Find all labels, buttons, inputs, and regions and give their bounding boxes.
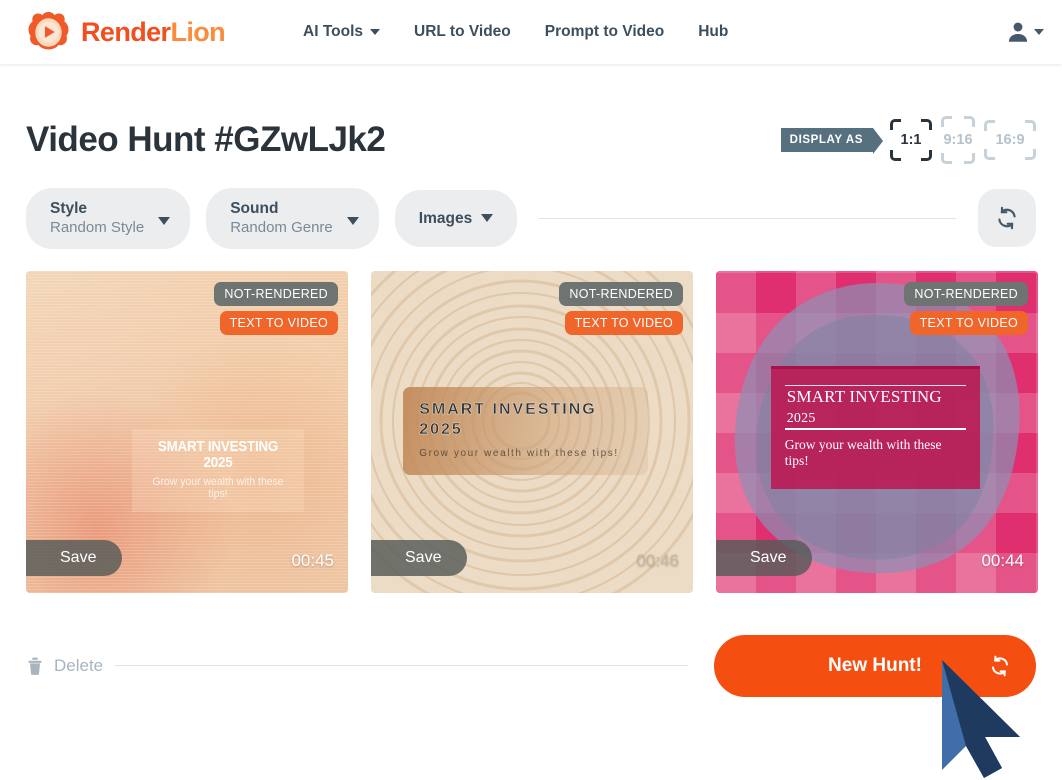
chevron-down-icon	[346, 217, 359, 226]
trash-icon	[28, 657, 42, 675]
user-avatar-icon	[1008, 22, 1028, 42]
nav-item-hub[interactable]: Hub	[698, 23, 728, 41]
new-hunt-button[interactable]: New Hunt!	[714, 634, 1036, 697]
nav-label-url-to-video: URL to Video	[414, 23, 511, 40]
bracket-corner-icon	[964, 153, 975, 164]
save-button[interactable]: Save	[716, 539, 813, 576]
status-badge: NOT-RENDERED	[214, 281, 338, 306]
images-dropdown-label: Images	[418, 209, 473, 227]
type-badge: TEXT TO VIDEO	[219, 310, 338, 335]
nav-label-ai-tools: AI Tools	[303, 23, 364, 40]
account-menu-button[interactable]	[1005, 19, 1044, 45]
duration-label: 00:45	[291, 550, 334, 570]
bracket-corner-icon	[984, 149, 995, 160]
bracket-corner-icon	[921, 119, 932, 130]
main-navigation: AI Tools URL to Video Prompt to Video Hu…	[303, 23, 728, 41]
bracket-corner-icon	[941, 153, 952, 164]
title-row: Video Hunt #GZwLJk2 DISPLAY AS 1:1 9:16	[26, 64, 1036, 164]
sound-dropdown[interactable]: Sound Random Genre	[206, 188, 379, 249]
bracket-corner-icon	[1025, 149, 1036, 160]
chevron-down-icon	[481, 214, 494, 223]
card-badges: NOT-RENDERED TEXT TO VIDEO	[559, 281, 683, 335]
site-header: RenderLion AI Tools URL to Video Prompt …	[0, 0, 1062, 64]
style-dropdown[interactable]: Style Random Style	[26, 188, 191, 249]
card-text-overlay: SMART INVESTING 2025 Grow your wealth wi…	[403, 386, 649, 475]
video-card[interactable]: SMART INVESTING 2025 Grow your wealth wi…	[371, 270, 693, 593]
style-dropdown-label: Style	[50, 200, 88, 217]
duration-label: 00:46	[636, 550, 679, 570]
bracket-corner-icon	[941, 116, 952, 127]
regenerate-button[interactable]	[978, 189, 1036, 248]
ratio-button-16-9[interactable]: 16:9	[984, 120, 1036, 160]
save-button[interactable]: Save	[26, 539, 123, 576]
video-card[interactable]: SMART INVESTING 2025 Grow your wealth wi…	[26, 270, 348, 593]
delete-button[interactable]: Delete	[26, 656, 103, 676]
footer-actions: Delete New Hunt!	[26, 634, 1036, 697]
logo-text: RenderLion	[81, 16, 226, 48]
filter-row: Style Random Style Sound Random Genre Im…	[26, 188, 1036, 249]
video-card-grid: SMART INVESTING 2025 Grow your wealth wi…	[26, 270, 1038, 593]
duration-label: 00:44	[981, 550, 1024, 570]
card-badges: NOT-RENDERED TEXT TO VIDEO	[904, 281, 1028, 335]
chevron-down-icon	[370, 29, 381, 35]
overlay-title: SMART INVESTING 2025	[419, 400, 597, 438]
ratio-label-1-1: 1:1	[900, 132, 922, 148]
type-badge: TEXT TO VIDEO	[564, 310, 683, 335]
logo-text-lion: Lion	[170, 16, 226, 47]
new-hunt-refresh-icon-wrap	[988, 654, 1012, 678]
images-dropdown[interactable]: Images	[394, 189, 518, 248]
bracket-corner-icon	[1025, 120, 1036, 131]
type-badge: TEXT TO VIDEO	[909, 310, 1028, 335]
overlay-title: SMART INVESTING 2025	[784, 384, 966, 430]
overlay-title: SMART INVESTING 2025	[158, 438, 279, 471]
display-as-label: DISPLAY AS	[780, 128, 884, 154]
page-content: Video Hunt #GZwLJk2 DISPLAY AS 1:1 9:16	[0, 64, 1062, 697]
card-text-overlay: SMART INVESTING 2025 Grow your wealth wi…	[770, 365, 980, 489]
delete-label: Delete	[54, 655, 104, 675]
bracket-corner-icon	[921, 150, 932, 161]
bracket-corner-icon	[890, 150, 901, 161]
ratio-label-9-16: 9:16	[943, 132, 973, 148]
lion-play-logo-icon	[28, 11, 69, 50]
video-card[interactable]: SMART INVESTING 2025 Grow your wealth wi…	[716, 270, 1038, 593]
refresh-icon	[992, 655, 1008, 677]
sound-dropdown-label: Sound	[230, 200, 279, 217]
refresh-icon	[998, 207, 1016, 230]
ratio-button-9-16[interactable]: 9:16	[941, 116, 975, 164]
ratio-button-1-1[interactable]: 1:1	[890, 119, 932, 161]
chevron-down-icon	[158, 217, 171, 226]
card-text-overlay: SMART INVESTING 2025 Grow your wealth wi…	[132, 428, 305, 512]
style-dropdown-value: Random Style	[50, 219, 145, 237]
ratio-label-16-9: 16:9	[995, 132, 1025, 148]
filter-divider	[539, 217, 956, 219]
overlay-title-year: 2025	[786, 410, 816, 426]
chevron-down-icon	[1034, 29, 1044, 35]
save-button[interactable]: Save	[371, 539, 468, 576]
bracket-corner-icon	[964, 116, 975, 127]
new-hunt-label: New Hunt!	[828, 654, 922, 676]
overlay-title-main: SMART INVESTING	[786, 386, 942, 406]
logo-text-render: Render	[81, 16, 171, 47]
nav-label-hub: Hub	[698, 23, 729, 40]
status-badge: NOT-RENDERED	[559, 281, 683, 306]
bracket-corner-icon	[984, 120, 995, 131]
nav-item-url-to-video[interactable]: URL to Video	[414, 23, 511, 41]
nav-item-ai-tools[interactable]: AI Tools	[303, 23, 381, 41]
logo[interactable]: RenderLion	[25, 9, 226, 56]
bracket-corner-icon	[890, 119, 901, 130]
sound-dropdown-value: Random Genre	[230, 219, 333, 237]
page-title: Video Hunt #GZwLJk2	[26, 120, 386, 159]
overlay-subtitle: Grow your wealth with these tips!	[784, 436, 942, 468]
footer-divider	[115, 665, 688, 667]
display-as-group: DISPLAY AS 1:1 9:16 16:9	[780, 116, 1036, 164]
card-badges: NOT-RENDERED TEXT TO VIDEO	[214, 281, 338, 335]
nav-label-prompt-to-video: Prompt to Video	[544, 23, 665, 40]
overlay-subtitle: Grow your wealth with these tips!	[419, 447, 619, 459]
nav-item-prompt-to-video[interactable]: Prompt to Video	[545, 23, 664, 41]
status-badge: NOT-RENDERED	[904, 281, 1028, 306]
overlay-subtitle: Grow your wealth with these tips!	[152, 475, 284, 500]
